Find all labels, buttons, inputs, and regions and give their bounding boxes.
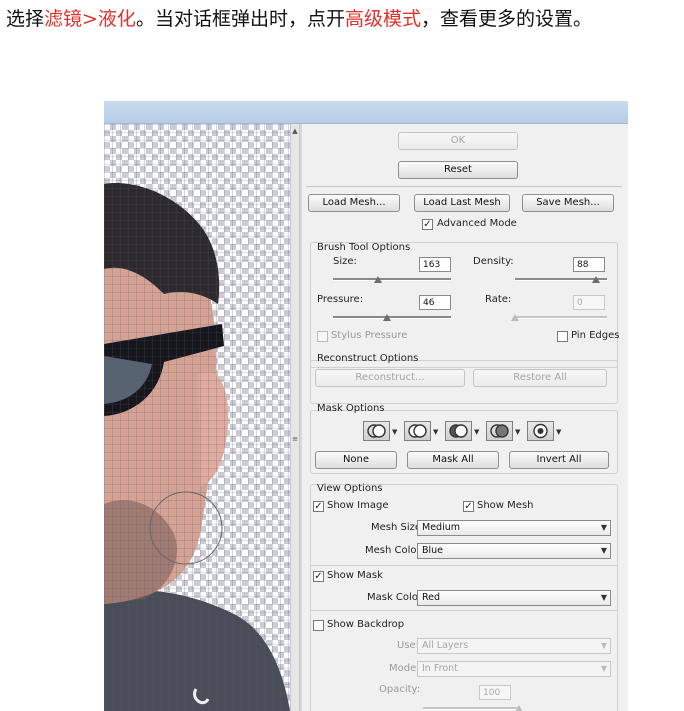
replace-selection-icon[interactable]: ▼ — [363, 421, 399, 441]
instruction-highlight-filter: 滤镜>液化 — [44, 8, 136, 30]
show-mask-checkbox[interactable]: ✓ — [313, 571, 324, 582]
chevron-down-icon: ▼ — [600, 641, 607, 650]
instruction-part: 。当对话框弹出时，点开 — [135, 8, 345, 30]
divider — [311, 610, 617, 611]
instruction-text: 选择滤镜>液化。当对话框弹出时，点开高级模式，查看更多的设置。 — [6, 6, 592, 32]
pressure-slider-track[interactable] — [333, 316, 451, 319]
invert-selection-icon[interactable]: ▼ — [527, 421, 563, 441]
mesh-color-select[interactable]: Blue ▼ — [417, 543, 611, 559]
rate-input[interactable]: 0 — [573, 295, 605, 310]
load-mesh-button[interactable]: Load Mesh... — [308, 194, 400, 212]
opacity-input[interactable]: 100 — [479, 685, 511, 700]
preview-image — [104, 124, 290, 711]
mask-color-value: Red — [422, 592, 441, 603]
mesh-size-value: Medium — [422, 522, 460, 533]
mask-none-button[interactable]: None — [315, 451, 397, 469]
rate-slider-thumb[interactable] — [511, 314, 519, 321]
show-backdrop-checkbox[interactable] — [313, 620, 324, 631]
view-options-title: View Options — [317, 483, 383, 494]
use-value: All Layers — [422, 640, 469, 651]
brush-tool-options-group: Brush Tool Options Size: 163 Density: 88… — [310, 242, 620, 368]
load-last-mesh-button[interactable]: Load Last Mesh — [414, 194, 510, 212]
size-label: Size: — [333, 256, 357, 267]
scroll-up-icon[interactable]: ▲ — [291, 126, 299, 136]
mask-options-title: Mask Options — [317, 403, 385, 414]
subtract-from-selection-icon[interactable]: ▼ — [445, 421, 481, 441]
pressure-input[interactable]: 46 — [419, 295, 451, 310]
mode-value: In Front — [422, 663, 458, 674]
dialog-titlebar[interactable] — [104, 101, 628, 124]
mask-color-select[interactable]: Red ▼ — [417, 590, 611, 606]
invert-all-button[interactable]: Invert All — [509, 451, 609, 469]
mode-label: Mode: — [389, 663, 420, 674]
chevron-down-icon: ▼ — [600, 593, 607, 602]
intersect-selection-icon[interactable]: ▼ — [486, 421, 522, 441]
size-slider-track[interactable] — [333, 278, 451, 281]
show-mesh-label: Show Mesh — [477, 500, 534, 511]
liquify-dialog: ▲ ≡ OK Reset Load Mesh... Load Last Mesh… — [104, 101, 628, 711]
density-input[interactable]: 88 — [573, 257, 605, 272]
pressure-slider-thumb[interactable] — [383, 314, 392, 321]
pressure-label: Pressure: — [317, 294, 364, 305]
mesh-overlay — [104, 124, 290, 711]
reset-button[interactable]: Reset — [398, 161, 518, 179]
chevron-down-icon: ▼ — [600, 546, 607, 555]
brush-tool-options-title: Brush Tool Options — [317, 242, 411, 253]
density-slider-thumb[interactable] — [591, 276, 600, 283]
canvas-scrollbar[interactable]: ▲ ≡ — [290, 124, 300, 711]
mode-select[interactable]: In Front ▼ — [417, 661, 611, 677]
use-label: Use: — [397, 640, 420, 651]
pin-edges-label: Pin Edges — [571, 330, 620, 341]
save-mesh-button[interactable]: Save Mesh... — [522, 194, 614, 212]
mesh-color-value: Blue — [422, 545, 444, 556]
options-panel: OK Reset Load Mesh... Load Last Mesh Sav… — [302, 124, 628, 711]
ok-button[interactable]: OK — [398, 132, 518, 150]
show-backdrop-label: Show Backdrop — [327, 619, 405, 630]
restore-all-button[interactable]: Restore All — [473, 369, 607, 387]
size-input[interactable]: 163 — [419, 257, 451, 272]
rate-slider-track[interactable] — [515, 316, 607, 319]
show-image-label: Show Image — [327, 500, 389, 511]
show-mesh-checkbox[interactable]: ✓ — [463, 501, 474, 512]
show-image-checkbox[interactable]: ✓ — [313, 501, 324, 512]
instruction-highlight-advanced: 高级模式 — [344, 8, 421, 30]
size-slider-thumb[interactable] — [373, 276, 382, 283]
opacity-label: Opacity: — [379, 684, 421, 695]
scroll-grip-icon[interactable]: ≡ — [291, 434, 299, 444]
mask-all-button[interactable]: Mask All — [407, 451, 499, 469]
chevron-down-icon: ▼ — [600, 523, 607, 532]
divider — [306, 186, 622, 187]
preview-canvas[interactable] — [104, 124, 290, 711]
density-label: Density: — [473, 256, 514, 267]
advanced-mode-checkbox[interactable]: ✓ — [422, 219, 433, 230]
instruction-part: 选择 — [6, 8, 45, 30]
opacity-slider-track[interactable] — [423, 707, 519, 710]
advanced-mode-label: Advanced Mode — [437, 218, 517, 229]
opacity-slider-thumb[interactable] — [515, 705, 523, 711]
chevron-down-icon: ▼ — [600, 664, 607, 673]
mesh-size-select[interactable]: Medium ▼ — [417, 520, 611, 536]
use-select[interactable]: All Layers ▼ — [417, 638, 611, 654]
stylus-pressure-checkbox[interactable] — [317, 331, 328, 342]
reconstruct-button[interactable]: Reconstruct... — [315, 369, 465, 387]
view-options-group: View Options ✓ Show Image ✓ Show Mesh Me… — [310, 483, 618, 711]
rate-label: Rate: — [485, 294, 512, 305]
reconstruct-options-group: Reconstruct Options Reconstruct... Resto… — [310, 353, 618, 404]
pin-edges-checkbox[interactable] — [557, 331, 568, 342]
mesh-color-label: Mesh Color: — [365, 545, 424, 556]
divider — [311, 565, 617, 566]
stylus-pressure-label: Stylus Pressure — [331, 330, 408, 341]
add-to-selection-icon[interactable]: ▼ — [404, 421, 440, 441]
mask-options-group: Mask Options ▼ ▼ ▼ ▼ ▼ None Mask All Inv… — [310, 403, 618, 474]
reconstruct-options-title: Reconstruct Options — [317, 353, 419, 364]
instruction-part: ，查看更多的设置。 — [420, 8, 592, 30]
show-mask-label: Show Mask — [327, 570, 383, 581]
